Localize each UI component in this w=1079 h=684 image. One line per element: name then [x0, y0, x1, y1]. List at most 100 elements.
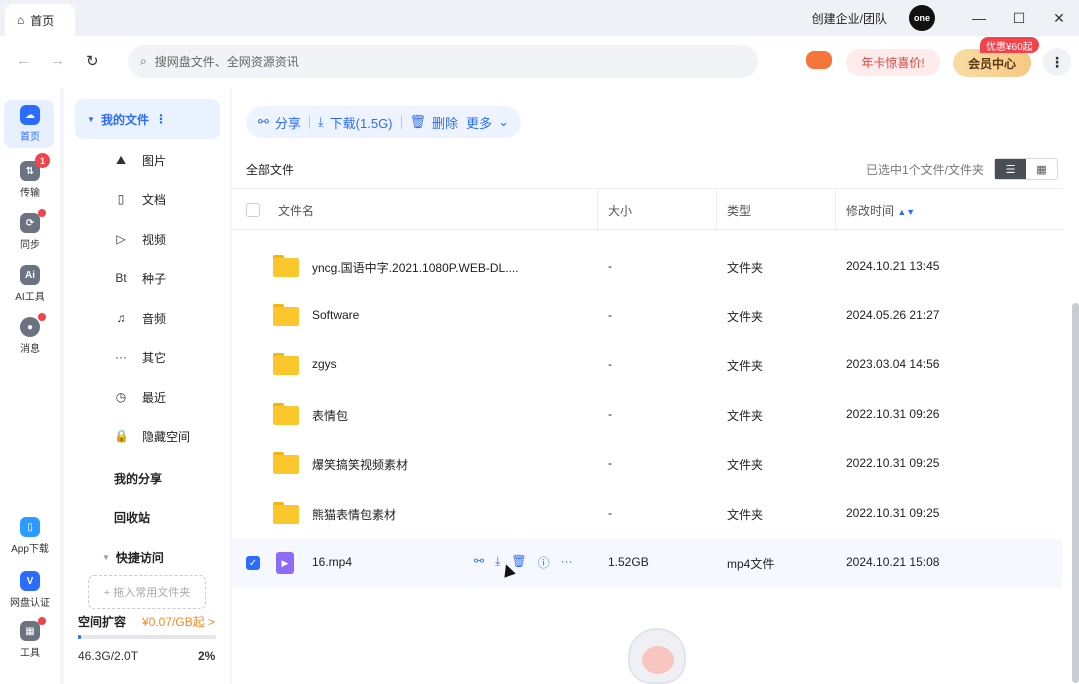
other-icon: ··· — [115, 350, 127, 364]
file-name[interactable]: 熊猫表情包素材 — [312, 506, 396, 523]
grid-view-icon[interactable]: ▦ — [1026, 159, 1057, 179]
refresh-icon[interactable]: ↻ — [86, 52, 99, 70]
back-icon[interactable]: ← — [16, 52, 31, 69]
file-size: - — [608, 259, 612, 273]
sidebar-item-recent[interactable]: ◷ 最近 — [114, 387, 166, 407]
delete-button[interactable]: 🗑 删除 — [410, 113, 459, 132]
minimize-icon[interactable]: — — [959, 0, 999, 36]
bt-icon: Bt — [115, 271, 127, 285]
table-row[interactable]: Software - 文件夹 2024.05.26 21:27 — [232, 292, 1062, 341]
sidebar-item-videos[interactable]: ▷ 视频 — [114, 229, 166, 249]
create-enterprise-link[interactable]: 创建企业/团队 — [812, 10, 887, 27]
breadcrumb[interactable]: 全部文件 — [246, 161, 294, 178]
action-toolbar: ⚯ 分享 ⤓ 下载(1.5G) 🗑 删除 更多 ⌄ — [246, 106, 521, 138]
space-expand-label[interactable]: 空间扩容 — [78, 613, 126, 630]
scrollbar[interactable] — [1072, 303, 1079, 683]
share-button[interactable]: ⚯ 分享 — [258, 113, 301, 132]
file-type: 文件夹 — [727, 310, 764, 324]
maximize-icon[interactable]: ☐ — [999, 0, 1039, 36]
space-price-link[interactable]: ¥0.07/GB起 > — [142, 613, 215, 630]
add-common-folder[interactable]: + 拖入常用文件夹 — [88, 575, 206, 609]
sidebar-quick-access[interactable]: ▼ 快捷访问 — [102, 549, 164, 566]
rail-item-home[interactable]: ☁ 首页 — [0, 98, 60, 150]
row-checkbox[interactable]: ✓ — [246, 556, 260, 570]
share-icon: ⚯ — [258, 114, 269, 129]
list-view-icon[interactable]: ☰ — [995, 159, 1026, 179]
more-horizontal-icon[interactable]: ··· — [561, 554, 573, 571]
space-used: 46.3G/2.0T — [78, 649, 139, 663]
download-button[interactable]: ⤓ 下载(1.5G) — [318, 113, 393, 132]
promo-button[interactable]: 年卡惊喜价! — [846, 49, 940, 76]
more-label: 更多 — [466, 115, 493, 131]
sidebar-item-docs[interactable]: ▯ 文档 — [114, 189, 166, 209]
file-type: 文件夹 — [727, 409, 764, 423]
header-type[interactable]: 类型 — [727, 202, 751, 219]
table-row[interactable]: ✓ ▶ 16.mp4 ⚯ ⤓ 🗑 ⓘ ··· 1.52GB mp4文件 2024.10.21 15:… — [232, 539, 1062, 588]
file-mtime: 2022.10.31 09:25 — [846, 456, 940, 470]
gamepad-icon[interactable] — [806, 51, 832, 69]
rail-item-verify[interactable]: V 网盘认证 — [0, 564, 60, 616]
delete-label: 删除 — [432, 115, 459, 131]
download-icon[interactable]: ⤓ — [495, 554, 500, 571]
download-label: 下载(1.5G) — [329, 115, 393, 131]
file-name[interactable]: 爆笑搞笑视频素材 — [312, 456, 408, 473]
sidebar-my-share[interactable]: 我的分享 — [114, 470, 162, 487]
file-size: - — [608, 506, 612, 520]
chevron-down-icon: ⌄ — [498, 114, 509, 129]
selection-info: 已选中1个文件/文件夹 — [866, 163, 985, 177]
sidebar-item-other[interactable]: ··· 其它 — [114, 347, 166, 367]
rail-item-message[interactable]: ● 消息 — [0, 310, 60, 362]
row-actions: ⚯ ⤓ 🗑 ⓘ ··· — [474, 554, 573, 571]
search-input[interactable]: ⌕ 搜网盘文件、全网资源资讯 — [128, 45, 758, 78]
more-button[interactable]: 更多 ⌄ — [466, 113, 509, 132]
rail-item-sync[interactable]: ⟳ 同步 — [0, 206, 60, 258]
vip-center-button[interactable]: 会员中心 — [953, 49, 1031, 77]
file-size: - — [608, 308, 612, 322]
file-type: mp4文件 — [727, 557, 775, 571]
close-icon[interactable]: ✕ — [1039, 0, 1079, 36]
avatar[interactable]: one — [909, 5, 935, 31]
space-percent: 2% — [198, 649, 216, 663]
doc-icon: ▯ — [117, 192, 125, 206]
table-row[interactable]: 熊猫表情包素材 - 文件夹 2022.10.31 09:25 — [232, 490, 1062, 539]
more-menu-icon[interactable]: ⋮ — [1043, 48, 1071, 76]
header-mtime[interactable]: 修改时间 ▲▼ — [846, 202, 915, 219]
file-type: 文件夹 — [727, 508, 764, 522]
header-name[interactable]: 文件名 — [278, 202, 314, 219]
file-name[interactable]: yncg.国语中字.2021.1080P.WEB-DL.... — [312, 259, 519, 276]
table-row[interactable]: 表情包 - 文件夹 2022.10.31 09:26 — [232, 391, 1062, 440]
sidebar-item-audio[interactable]: ♫ 音频 — [114, 308, 167, 328]
table-row[interactable]: yncg.国语中字.2021.1080P.WEB-DL.... - 文件夹 2024.… — [232, 243, 1062, 292]
file-name[interactable]: zgys — [312, 357, 337, 371]
tab-home[interactable]: ⌂ 首页 — [5, 4, 75, 36]
select-all-checkbox[interactable] — [246, 203, 260, 217]
trash-icon: 🗑 — [409, 114, 427, 129]
sidebar-item-hidden-space[interactable]: 🔒 隐藏空间 — [114, 426, 190, 446]
file-name[interactable]: Software — [312, 308, 359, 322]
tab-label: 首页 — [30, 13, 55, 28]
file-size: - — [608, 357, 612, 371]
caret-down-icon: ▼ — [102, 553, 110, 562]
rail-item-tools[interactable]: ▦ 工具 — [0, 614, 60, 666]
header-size[interactable]: 大小 — [608, 202, 632, 219]
rail-item-transfer[interactable]: ⇅ 1 传输 — [0, 153, 60, 206]
sidebar-item-bt[interactable]: Bt 种子 — [114, 268, 166, 288]
rail-item-ai-tool[interactable]: Ai AI工具 — [0, 258, 60, 310]
sidebar-recycle[interactable]: 回收站 — [114, 509, 150, 526]
video-file-icon: ▶ — [276, 552, 294, 574]
table-row[interactable]: 爆笑搞笑视频素材 - 文件夹 2022.10.31 09:25 — [232, 440, 1062, 489]
share-icon[interactable]: ⚯ — [474, 554, 484, 571]
rail-item-app-download[interactable]: ▯ App下载 — [0, 510, 60, 562]
file-name[interactable]: 表情包 — [312, 407, 348, 424]
file-name[interactable]: 16.mp4 — [312, 555, 352, 569]
info-icon[interactable]: ⓘ — [538, 554, 550, 571]
more-vertical-icon[interactable]: ⋮ — [155, 112, 167, 126]
forward-icon[interactable]: → — [50, 52, 65, 69]
sidebar-my-files[interactable]: ▼ 我的文件 ⋮ — [75, 99, 220, 139]
storage-progress-bar — [78, 635, 216, 639]
sidebar-item-images[interactable]: ⛰ 图片 — [114, 150, 166, 170]
table-row[interactable]: zgys - 文件夹 2023.03.04 14:56 — [232, 341, 1062, 390]
sync-icon: ⟳ — [20, 209, 46, 233]
rail-label: App下载 — [11, 544, 49, 555]
sidebar-item-label: 文档 — [142, 192, 167, 207]
